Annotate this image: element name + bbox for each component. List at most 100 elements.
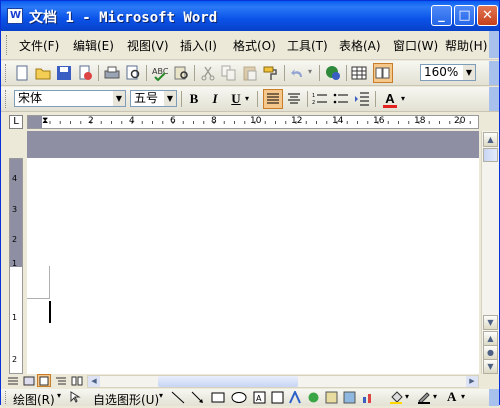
scroll-up-button[interactable]: ▲: [483, 132, 498, 147]
print-icon[interactable]: [104, 65, 120, 81]
zoom-dropdown-arrow[interactable]: ▼: [463, 65, 475, 80]
format-painter-icon[interactable]: [263, 65, 279, 81]
open-icon[interactable]: [35, 65, 51, 81]
indent-marker[interactable]: ⧗: [42, 116, 48, 126]
draw-font-color-dropdown[interactable]: ▾: [461, 392, 465, 401]
chart-icon[interactable]: [361, 391, 374, 404]
print-preview-icon[interactable]: [125, 65, 141, 81]
size-dropdown-arrow[interactable]: ▼: [164, 91, 176, 106]
normal-view-icon[interactable]: [7, 375, 19, 387]
undo-dropdown[interactable]: ▾: [308, 67, 312, 76]
bullets-icon[interactable]: [333, 91, 349, 107]
copy-icon[interactable]: [221, 65, 237, 81]
research-icon[interactable]: [173, 65, 189, 81]
line-color-dropdown[interactable]: ▾: [433, 392, 437, 401]
prev-page-button[interactable]: ▲: [483, 331, 498, 346]
menu-window[interactable]: 窗口(W): [393, 37, 438, 54]
scroll-left-button[interactable]: ◀: [88, 376, 100, 387]
menu-overflow[interactable]: [489, 31, 499, 58]
print-layout-view-button[interactable]: [37, 374, 51, 387]
vertical-ruler[interactable]: 4 3 2 1 1 2: [9, 158, 23, 374]
draw-font-color-button[interactable]: A: [447, 389, 456, 405]
underline-dropdown[interactable]: ▾: [245, 94, 249, 103]
align-justify-button[interactable]: [263, 89, 283, 109]
align-justify-icon: [267, 93, 279, 104]
menu-insert[interactable]: 插入(I): [180, 37, 217, 54]
toolbar-overflow[interactable]: [489, 61, 499, 85]
oval-icon[interactable]: [231, 391, 247, 404]
underline-button[interactable]: U: [226, 90, 246, 108]
menu-file[interactable]: 文件(F): [19, 37, 59, 54]
word-app-icon[interactable]: W: [7, 8, 23, 24]
toolbar-grip[interactable]: [5, 391, 9, 404]
diagram-icon[interactable]: [307, 391, 320, 404]
close-button[interactable]: ✕: [477, 5, 498, 26]
font-color-button[interactable]: A: [380, 90, 400, 108]
scroll-thumb[interactable]: [483, 148, 498, 162]
cut-icon[interactable]: [200, 65, 216, 81]
horizontal-scrollbar[interactable]: ◀ ▶: [87, 375, 479, 388]
font-color-dropdown[interactable]: ▾: [401, 94, 405, 103]
scroll-right-button[interactable]: ▶: [466, 376, 478, 387]
web-view-icon[interactable]: [23, 375, 35, 387]
title-bar[interactable]: W 文档 1 - Microsoft Word _ □ ✕: [1, 1, 499, 31]
menu-grip[interactable]: [6, 35, 10, 55]
autoshapes-menu-button[interactable]: 自选图形(U): [93, 391, 159, 408]
spelling-icon[interactable]: ABC: [152, 65, 168, 81]
menu-help[interactable]: 帮助(H): [445, 37, 487, 54]
line-icon[interactable]: [171, 391, 185, 404]
next-page-button[interactable]: ▼: [483, 359, 498, 374]
wordart-icon[interactable]: [289, 391, 302, 404]
fill-color-dropdown[interactable]: ▾: [405, 392, 409, 401]
font-name-combo[interactable]: 宋体 ▼: [14, 90, 126, 107]
menu-table[interactable]: 表格(A): [339, 37, 381, 54]
toolbar-grip[interactable]: [5, 90, 9, 108]
toolbar-grip[interactable]: [5, 64, 9, 82]
fill-color-icon[interactable]: [389, 390, 403, 404]
arrow-icon[interactable]: [191, 391, 205, 404]
outline-view-icon[interactable]: [55, 375, 67, 387]
minimize-button[interactable]: _: [431, 5, 452, 26]
bold-button[interactable]: B: [184, 90, 204, 108]
font-dropdown-arrow[interactable]: ▼: [113, 91, 125, 106]
save-icon[interactable]: [56, 65, 72, 81]
vertical-textbox-icon[interactable]: [271, 391, 284, 404]
tab-selector[interactable]: L: [9, 115, 23, 129]
paste-icon[interactable]: [242, 65, 258, 81]
draw-menu-button[interactable]: 绘图(R): [13, 391, 55, 408]
vertical-scrollbar[interactable]: ▲ ▼ ▲ ● ▼: [481, 131, 499, 374]
numbering-icon[interactable]: 12: [312, 91, 328, 107]
hyperlink-icon[interactable]: [325, 65, 341, 81]
toolbar-overflow[interactable]: [489, 389, 499, 406]
draw-dropdown[interactable]: ▾: [57, 391, 61, 400]
clipart-icon[interactable]: [325, 391, 338, 404]
menu-edit[interactable]: 编辑(E): [73, 37, 114, 54]
font-size-combo[interactable]: 五号 ▼: [130, 90, 177, 107]
horizontal-ruler[interactable]: ⧗ 2 4 6 8 10 12 14 16 18 20: [27, 115, 479, 129]
browse-object-button[interactable]: ●: [483, 345, 498, 360]
permission-icon[interactable]: [77, 65, 93, 81]
h-scroll-thumb[interactable]: [158, 376, 298, 387]
reading-view-icon[interactable]: [71, 375, 83, 387]
maximize-button[interactable]: □: [454, 5, 475, 26]
menu-view[interactable]: 视图(V): [127, 37, 169, 54]
document-page[interactable]: [27, 158, 479, 374]
menu-tools[interactable]: 工具(T): [287, 37, 328, 54]
zoom-combo[interactable]: 160% ▼: [420, 64, 476, 81]
table-icon[interactable]: [351, 65, 367, 81]
scroll-down-button[interactable]: ▼: [483, 315, 498, 330]
rectangle-icon[interactable]: [211, 391, 225, 404]
select-objects-icon[interactable]: [69, 391, 81, 403]
textbox-icon[interactable]: A: [253, 391, 266, 404]
undo-icon[interactable]: [290, 65, 306, 81]
autoshapes-dropdown[interactable]: ▾: [159, 391, 163, 400]
indent-icon[interactable]: [354, 91, 370, 107]
italic-button[interactable]: I: [205, 90, 225, 108]
align-center-icon[interactable]: [286, 91, 302, 107]
new-icon[interactable]: [14, 65, 30, 81]
line-color-icon[interactable]: [417, 390, 431, 404]
toolbar-overflow[interactable]: [489, 87, 499, 111]
menu-format[interactable]: 格式(O): [233, 37, 276, 54]
picture-icon[interactable]: [343, 391, 356, 404]
read-button[interactable]: [373, 63, 393, 83]
